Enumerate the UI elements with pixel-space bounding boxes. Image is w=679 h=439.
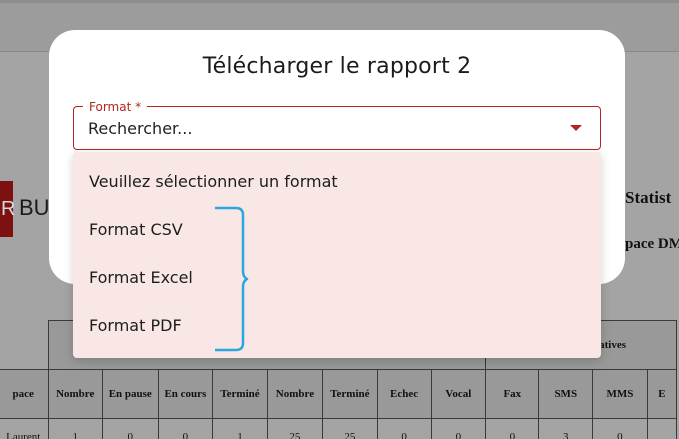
table-header-cell: Terminé: [212, 369, 268, 419]
table-header-cell: SMS: [538, 369, 594, 419]
table-header-cell: Nombre: [266, 369, 324, 419]
table-cell: 0: [157, 418, 214, 439]
table-cell: 25: [266, 418, 324, 439]
table-header-cell: Fax: [485, 369, 540, 419]
table-header-cell: Echec: [376, 369, 432, 419]
table-cell: 1: [47, 418, 103, 439]
table-cell: 25: [322, 418, 378, 439]
table-cell: Laurent: [0, 418, 49, 439]
table-cell: 3: [538, 418, 594, 439]
format-field-label: Format *: [83, 101, 148, 114]
dialog-title: Télécharger le rapport 2: [202, 54, 472, 79]
caret-down-icon[interactable]: [570, 125, 582, 131]
table-cell: 0: [485, 418, 540, 439]
table-header-cell: MMS: [592, 369, 648, 419]
table-cell: 1: [212, 418, 268, 439]
table-row: Laurent 1 0 0 1 25 25 0 0 0 3 0: [0, 418, 678, 439]
logo-text: BU: [19, 195, 50, 220]
table-cell: 0: [592, 418, 648, 439]
table-header-row: pace Nombre En pause En cours Terminé No…: [0, 369, 678, 419]
report-subtitle: pace DM: [625, 236, 679, 252]
table-header-cell: E: [646, 369, 678, 419]
header-top-line: [0, 0, 679, 3]
table-header-cell: En cours: [157, 369, 214, 419]
table-cell: 0: [376, 418, 432, 439]
table-cell: 0: [101, 418, 159, 439]
logo-mark: R: [0, 181, 15, 237]
annotation-brace-icon: [215, 206, 249, 352]
report-title: Statist: [625, 188, 672, 207]
table-empty-cell: [0, 320, 49, 370]
table-cell: [646, 418, 678, 439]
table-header-cell: Terminé: [322, 369, 378, 419]
table-header-cell: En pause: [101, 369, 159, 419]
option-pdf[interactable]: Format PDF: [73, 302, 601, 350]
table-header-cell: pace: [0, 369, 49, 419]
option-select-format[interactable]: Veuillez sélectionner un format: [73, 158, 601, 206]
table-header-cell: Vocal: [430, 369, 487, 419]
table-cell: 0: [430, 418, 487, 439]
option-csv[interactable]: Format CSV: [73, 206, 601, 254]
table-header-cell: Nombre: [47, 369, 103, 419]
format-search-input[interactable]: [88, 119, 548, 138]
option-excel[interactable]: Format Excel: [73, 254, 601, 302]
